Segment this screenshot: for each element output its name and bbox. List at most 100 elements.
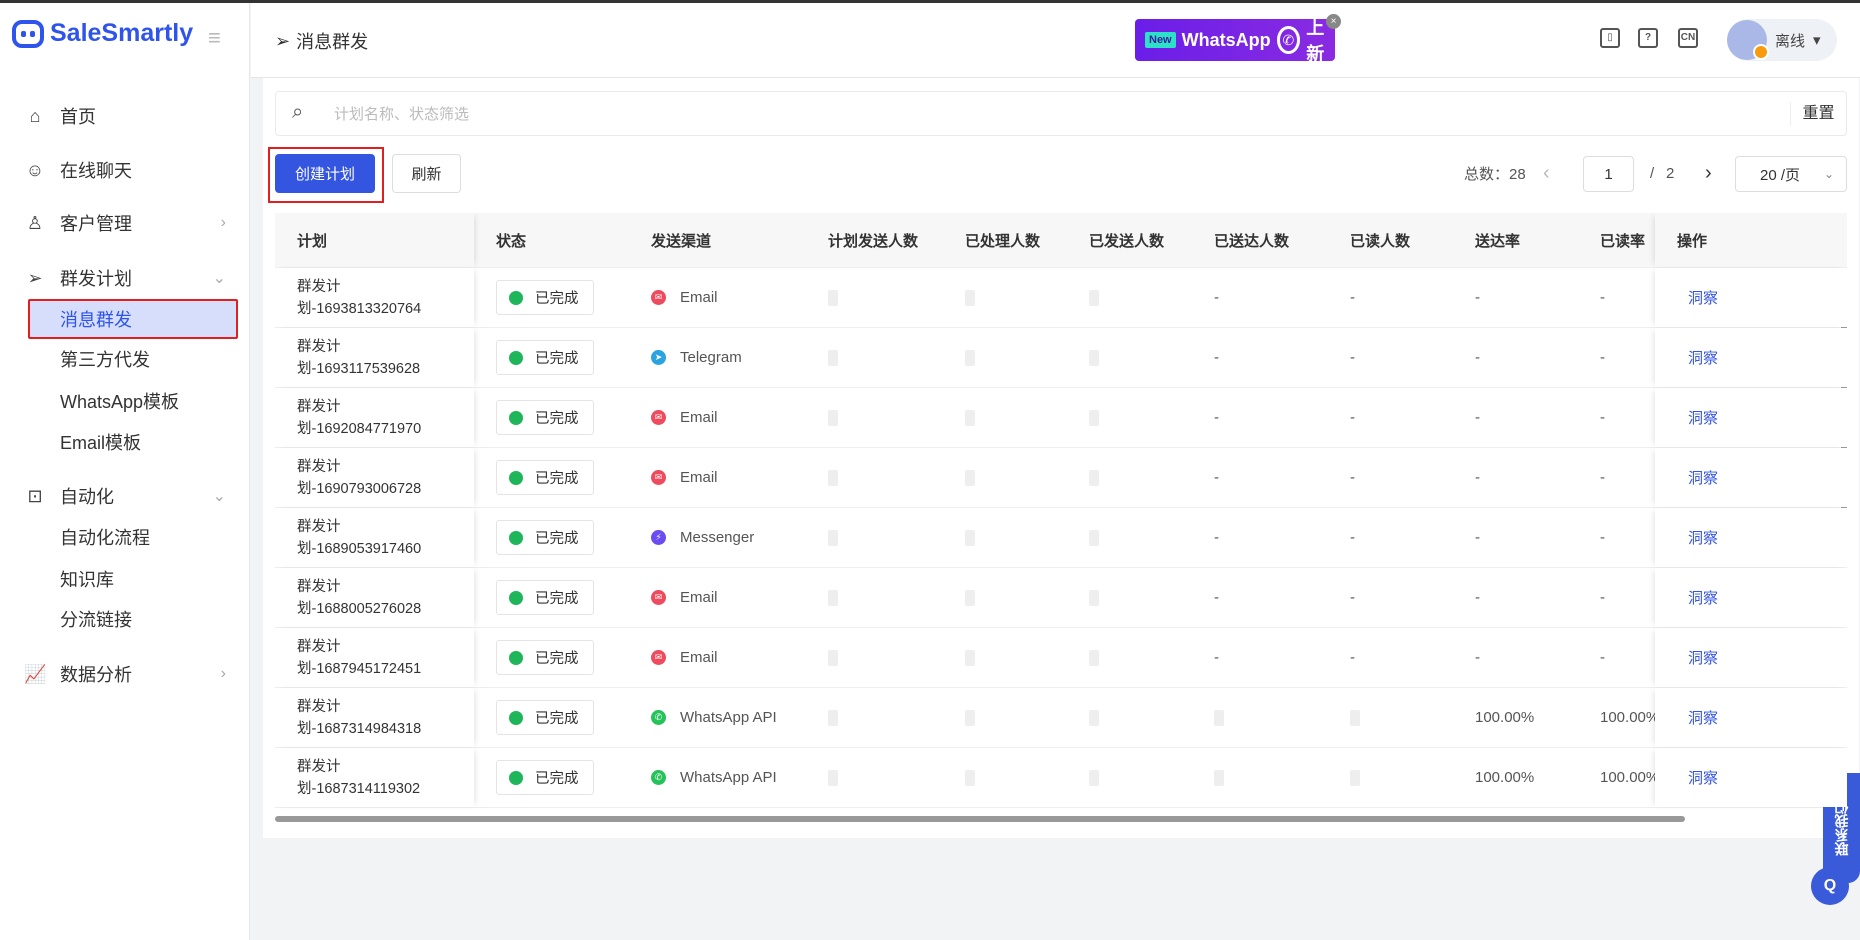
insight-link[interactable]: 洞察 bbox=[1688, 587, 1718, 608]
channel-icon: ✉ bbox=[651, 650, 666, 665]
search-bar: ⌕ 重置 bbox=[275, 91, 1847, 136]
horizontal-scrollbar[interactable] bbox=[275, 816, 1685, 822]
next-page-icon[interactable]: › bbox=[1705, 154, 1712, 193]
sidebar-item-label: 自动化流程 bbox=[60, 528, 150, 548]
cell: - bbox=[1214, 529, 1219, 546]
status-dot-icon bbox=[509, 410, 523, 425]
table-row: 群发计 划-1688005276028 已完成 ✉ Email - - - - 洞察 bbox=[275, 568, 1847, 628]
cell bbox=[1067, 748, 1192, 807]
cell: 群发计 划-1693813320764 bbox=[275, 268, 474, 327]
cell bbox=[943, 568, 1067, 627]
cell: 群发计 划-1687945172451 bbox=[275, 628, 474, 687]
cell: - bbox=[1600, 409, 1605, 426]
cell: 已完成 bbox=[474, 628, 629, 687]
page-input[interactable]: 1 bbox=[1583, 156, 1634, 192]
cell: - bbox=[1600, 649, 1605, 666]
sidebar-item-1[interactable]: ☺ 在线聊天 bbox=[0, 150, 250, 190]
insight-link[interactable]: 洞察 bbox=[1688, 347, 1718, 368]
redacted-value bbox=[965, 709, 975, 726]
sidebar-item-3[interactable]: ➢ 群发计划 ⌄ bbox=[0, 258, 250, 298]
home-icon: ⌂ bbox=[29, 105, 41, 126]
sidebar-item-9[interactable]: 自动化流程 bbox=[0, 517, 250, 557]
cell bbox=[943, 448, 1067, 507]
cell bbox=[1328, 688, 1453, 747]
sidebar-item-7[interactable]: Email模板 bbox=[0, 422, 250, 462]
create-plan-button[interactable]: 创建计划 bbox=[275, 154, 375, 193]
language-icon[interactable]: CN bbox=[1678, 28, 1698, 48]
robot-icon: ⊡ bbox=[27, 485, 43, 506]
sidebar-item-11[interactable]: 分流链接 bbox=[0, 599, 250, 639]
cell bbox=[806, 268, 943, 327]
close-icon[interactable]: × bbox=[1326, 14, 1341, 29]
menu-toggle-icon[interactable]: ≡ bbox=[208, 25, 221, 51]
help-icon[interactable]: ? bbox=[1638, 28, 1658, 48]
insight-link[interactable]: 洞察 bbox=[1688, 767, 1718, 788]
whatsapp-promo-banner[interactable]: New WhatsApp ✆ 上新 bbox=[1135, 18, 1335, 64]
insight-link[interactable]: 洞察 bbox=[1688, 647, 1718, 668]
table-row: 群发计 划-1687314984318 已完成 ✆ WhatsApp API 100.00… bbox=[275, 688, 1847, 748]
redacted-value bbox=[828, 529, 838, 546]
status-badge: 已完成 bbox=[496, 760, 594, 795]
sidebar-item-label: 数据分析 bbox=[60, 665, 132, 685]
redacted-value bbox=[965, 349, 975, 366]
cell bbox=[1067, 628, 1192, 687]
redacted-value bbox=[1089, 289, 1099, 306]
sidebar-item-8[interactable]: ⊡ 自动化 ⌄ bbox=[0, 476, 250, 516]
cell: - bbox=[1214, 649, 1219, 666]
cell: - bbox=[1475, 409, 1480, 426]
table-header: 计划 状态 发送渠道 计划发送人数 已处理人数 已发送人数 已送达人数 已读人数 送达率 已读率操… bbox=[275, 213, 1847, 268]
send-icon: ➢ bbox=[27, 267, 43, 288]
sidebar-item-10[interactable]: 知识库 bbox=[0, 559, 250, 599]
insight-link[interactable]: 洞察 bbox=[1688, 707, 1718, 728]
cell: - bbox=[1214, 409, 1219, 426]
analytics-icon: 📈 bbox=[24, 663, 47, 684]
chat-bubble-icon[interactable]: Q bbox=[1811, 867, 1849, 905]
search-input[interactable] bbox=[334, 100, 1734, 128]
sidebar-item-2[interactable]: ♙ 客户管理 › bbox=[0, 203, 250, 243]
prev-page-icon[interactable]: ‹ bbox=[1543, 154, 1550, 193]
cell bbox=[806, 508, 943, 567]
redacted-value bbox=[965, 589, 975, 606]
channel-icon: ✉ bbox=[651, 470, 666, 485]
redacted-value bbox=[1350, 709, 1360, 726]
redacted-value bbox=[965, 649, 975, 666]
cell bbox=[943, 388, 1067, 447]
channel-icon: ✆ bbox=[651, 770, 666, 785]
status-dot-icon bbox=[509, 350, 523, 365]
sidebar-item-0[interactable]: ⌂ 首页 bbox=[0, 96, 250, 136]
redacted-value bbox=[965, 469, 975, 486]
table-row: 群发计 划-1689053917460 已完成 ⚡ Messenger - - - - 洞察 bbox=[275, 508, 1847, 568]
insight-link[interactable]: 洞察 bbox=[1688, 287, 1718, 308]
status-dot-icon bbox=[509, 650, 523, 665]
devices-icon[interactable]: ▯ bbox=[1600, 28, 1620, 48]
redacted-value bbox=[828, 289, 838, 306]
cell: 已完成 bbox=[474, 688, 629, 747]
reset-button[interactable]: 重置 bbox=[1790, 102, 1846, 126]
insight-link[interactable]: 洞察 bbox=[1688, 467, 1718, 488]
status-badge: 已完成 bbox=[496, 580, 594, 615]
insight-link[interactable]: 洞察 bbox=[1688, 407, 1718, 428]
redacted-value bbox=[828, 649, 838, 666]
chevron-icon: › bbox=[220, 665, 226, 682]
cell bbox=[806, 628, 943, 687]
user-status-menu[interactable]: 离线 ▾ bbox=[1727, 19, 1837, 61]
redacted-value bbox=[1089, 709, 1099, 726]
avatar bbox=[1727, 20, 1769, 60]
sidebar-item-6[interactable]: WhatsApp模板 bbox=[0, 381, 250, 421]
sidebar-item-label: 在线聊天 bbox=[60, 161, 132, 181]
cell bbox=[806, 688, 943, 747]
cell: 洞察 bbox=[1655, 688, 1847, 747]
sidebar-item-label: WhatsApp模板 bbox=[60, 392, 180, 412]
cell: 已完成 bbox=[474, 388, 629, 447]
sidebar-item-5[interactable]: 第三方代发 bbox=[0, 339, 250, 379]
insight-link[interactable]: 洞察 bbox=[1688, 527, 1718, 548]
page-size-select[interactable]: 20 /页 ⌄ bbox=[1735, 156, 1847, 192]
column-header: 已处理人数 bbox=[965, 232, 1041, 250]
sidebar-item-4[interactable]: 消息群发 bbox=[28, 299, 238, 339]
sidebar-item-label: 第三方代发 bbox=[60, 350, 150, 370]
sidebar-item-12[interactable]: 📈 数据分析 › bbox=[0, 654, 250, 694]
refresh-button[interactable]: 刷新 bbox=[392, 154, 461, 193]
cell: - bbox=[1475, 289, 1480, 306]
chat-icon: ☺ bbox=[25, 159, 45, 180]
channel-icon: ⚡ bbox=[651, 530, 666, 545]
